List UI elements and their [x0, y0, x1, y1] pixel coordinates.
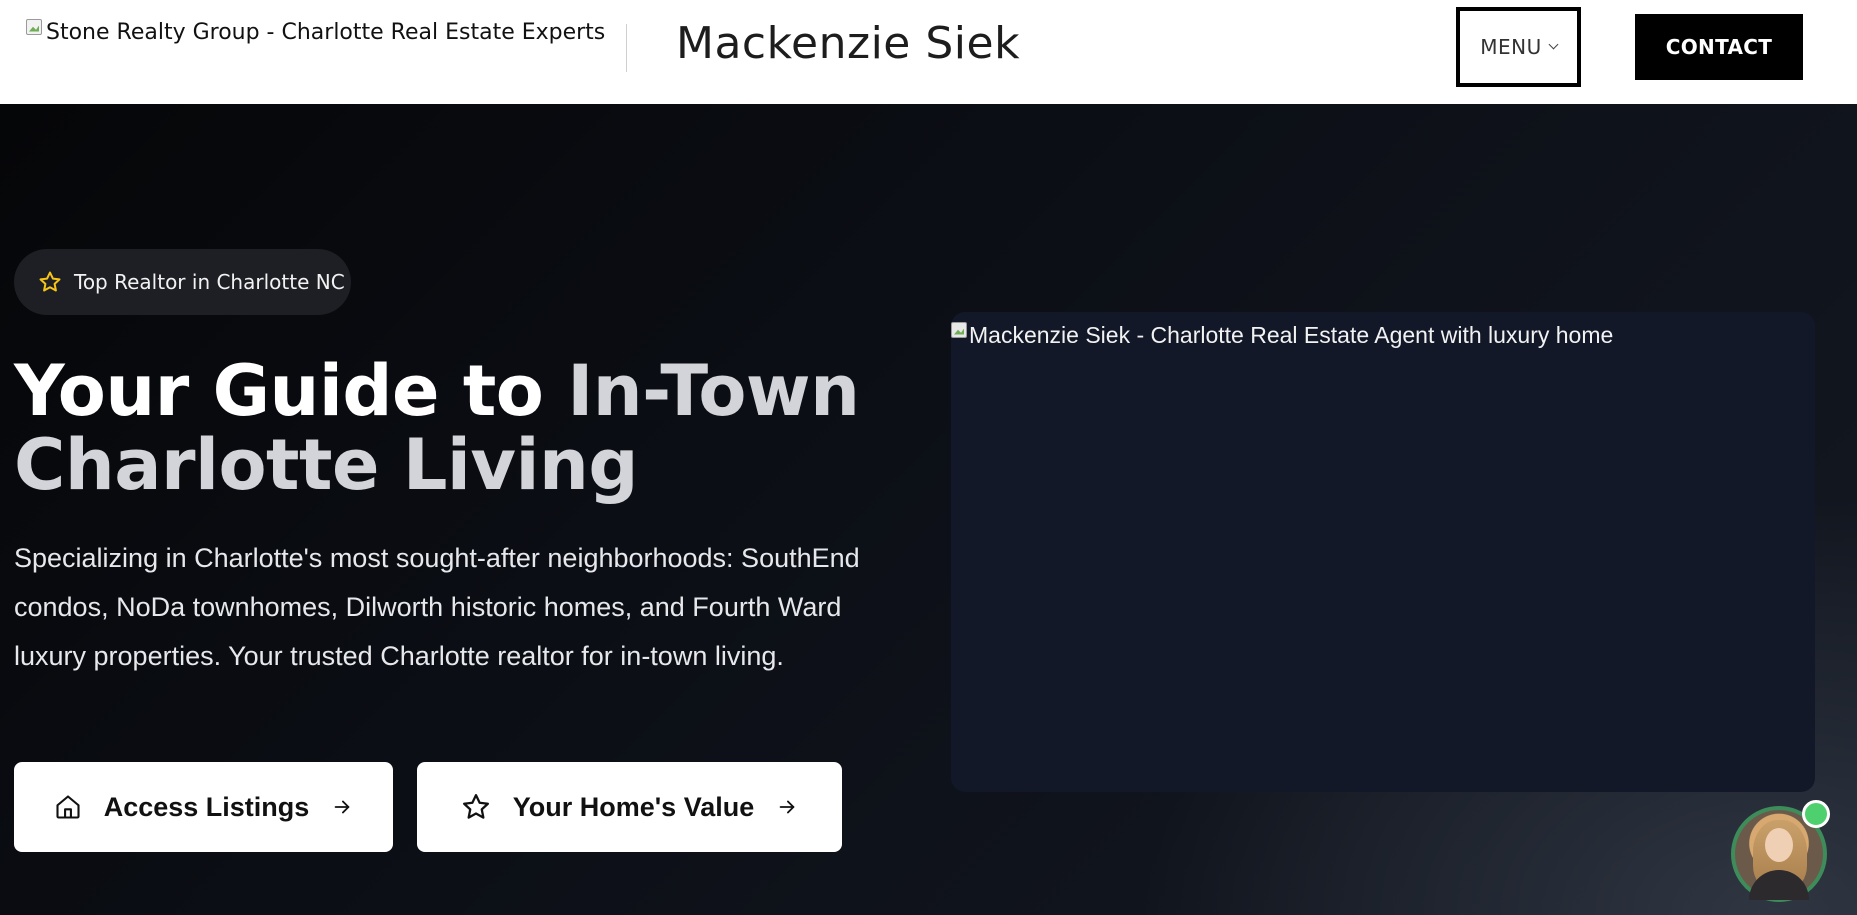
hero-image-alt-text: Mackenzie Siek - Charlotte Real Estate A… [969, 322, 1614, 348]
avatar-face [1765, 828, 1793, 862]
contact-button[interactable]: CONTACT [1635, 14, 1803, 80]
star-icon [39, 271, 61, 292]
arrow-right-icon [334, 800, 350, 814]
site-header: Stone Realty Group - Charlotte Real Esta… [0, 0, 1857, 104]
hero-section: Top Realtor in Charlotte NC Your Guide t… [0, 104, 1857, 915]
site-logo[interactable]: Stone Realty Group - Charlotte Real Esta… [26, 18, 606, 45]
header-divider [626, 24, 627, 72]
chevron-down-icon [1548, 39, 1559, 50]
arrow-right-icon [779, 800, 795, 814]
hero-description: Specializing in Charlotte's most sought-… [14, 543, 860, 671]
star-icon [462, 794, 489, 819]
hero-headline: Your Guide to In-Town Charlotte Living [14, 354, 914, 502]
menu-button[interactable]: MENU [1456, 7, 1581, 87]
home-value-label: Your Home's Value [512, 791, 755, 822]
agent-hero-image: Mackenzie Siek - Charlotte Real Estate A… [951, 312, 1815, 792]
hero-image-alt: Mackenzie Siek - Charlotte Real Estate A… [951, 321, 1614, 349]
badge-text: Top Realtor in Charlotte NC [74, 270, 345, 294]
broken-image-icon [951, 321, 967, 338]
agent-name: Mackenzie Siek [676, 18, 1021, 69]
broken-image-icon [26, 18, 42, 35]
access-listings-button[interactable]: Access Listings [14, 762, 393, 852]
online-status-dot [1802, 800, 1830, 828]
home-value-button[interactable]: Your Home's Value [417, 762, 842, 852]
logo-alt-text: Stone Realty Group - Charlotte Real Esta… [46, 20, 606, 45]
access-listings-label: Access Listings [103, 791, 310, 822]
home-icon [56, 795, 80, 819]
top-realtor-badge: Top Realtor in Charlotte NC [14, 249, 351, 315]
contact-label: CONTACT [1665, 35, 1773, 59]
headline-part-1: Your Guide to [14, 350, 568, 432]
menu-label: MENU [1480, 35, 1542, 59]
